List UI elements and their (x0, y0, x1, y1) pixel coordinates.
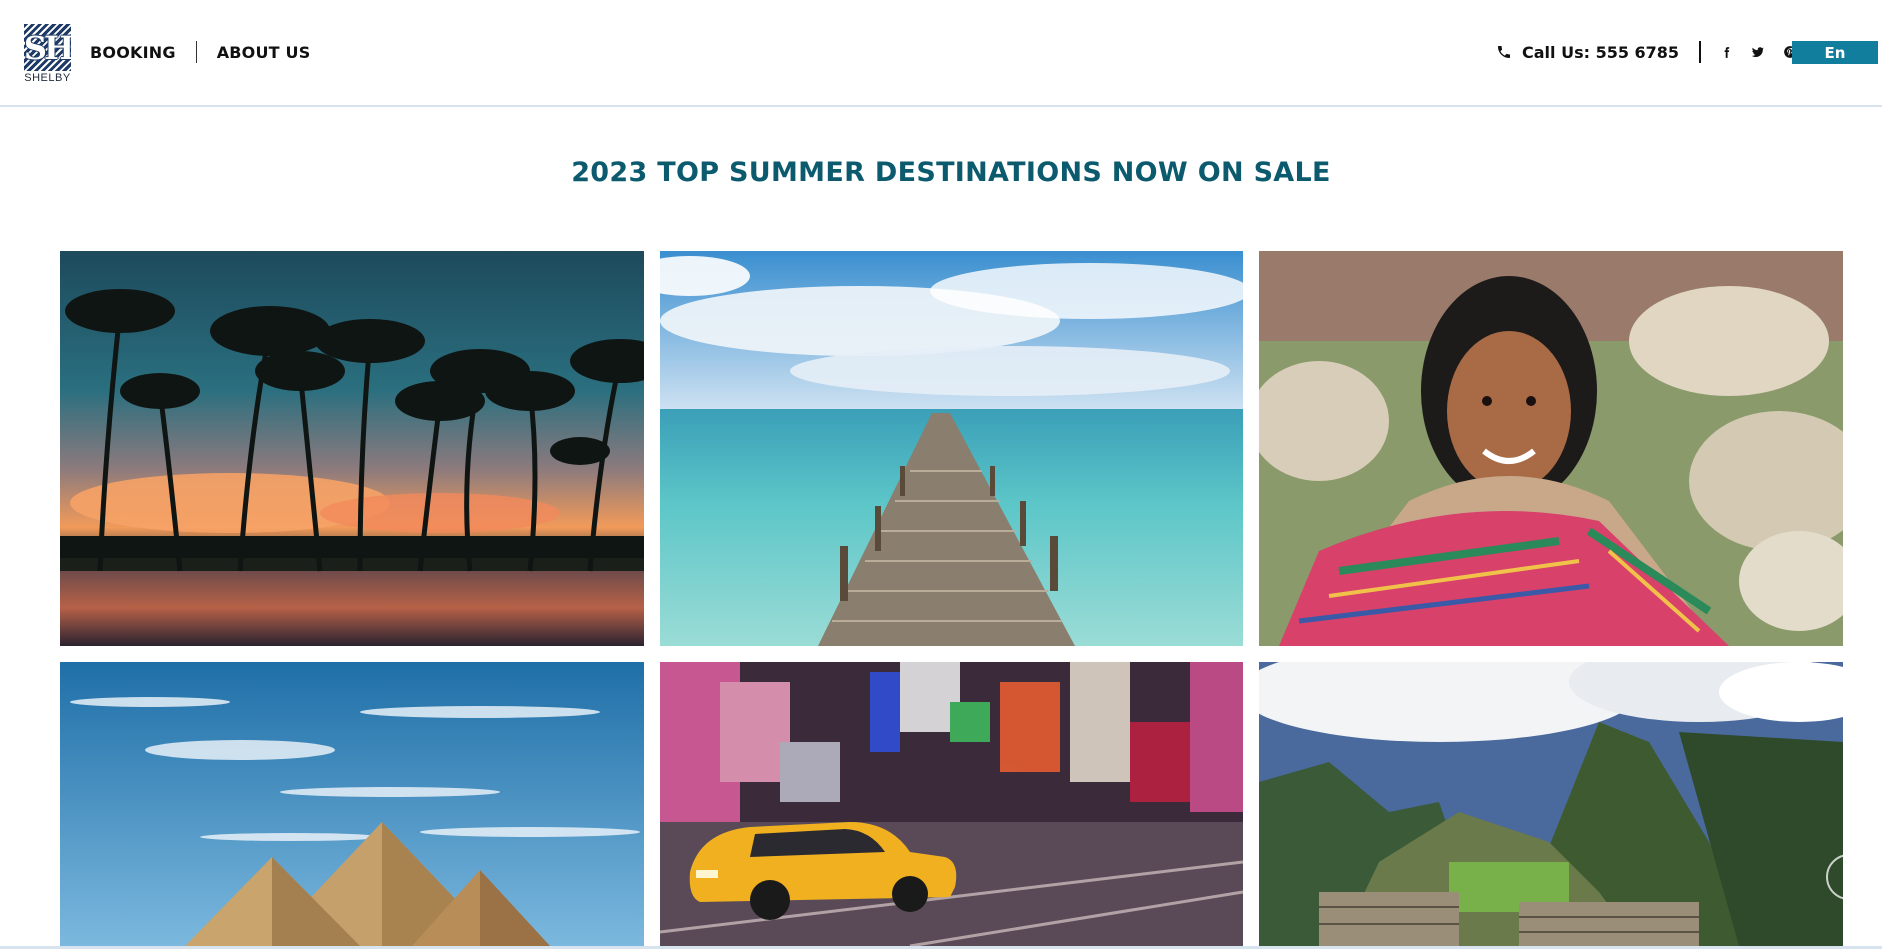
phone-icon (1498, 46, 1510, 58)
scroll-to-top-button[interactable] (1826, 854, 1872, 900)
facebook-icon[interactable] (1719, 45, 1733, 59)
arrow-up-icon (1843, 869, 1855, 883)
language-selector[interactable]: En (1792, 41, 1878, 64)
nav-booking[interactable]: BOOKING (90, 43, 176, 62)
twitter-icon[interactable] (1751, 45, 1765, 59)
logo-wordmark: SHELBY (24, 72, 71, 84)
destination-card-machu-picchu[interactable] (1259, 662, 1843, 946)
brand-logo[interactable]: SH SHELBY (24, 24, 71, 84)
destination-card-egypt[interactable] (60, 662, 644, 946)
nav-divider (195, 41, 197, 63)
contact-bar: Call Us: 555 6785 (1496, 40, 1797, 64)
pyramids-image (60, 662, 644, 946)
call-us-link[interactable]: Call Us: 555 6785 (1522, 43, 1679, 62)
logo-mark: SH (24, 24, 71, 71)
tropical-beach-image (60, 251, 644, 646)
destination-card-new-york[interactable] (660, 662, 1243, 946)
destination-card-pier[interactable] (660, 251, 1243, 646)
destination-card-tropical-beach[interactable] (60, 251, 644, 646)
main-nav: BOOKING ABOUT US (90, 41, 310, 63)
machu-picchu-image (1259, 662, 1843, 946)
destination-card-andes[interactable] (1259, 251, 1843, 646)
times-square-image (660, 662, 1243, 946)
section-title: 2023 TOP SUMMER DESTINATIONS NOW ON SALE (571, 157, 1331, 188)
pier-image (660, 251, 1243, 646)
nav-about-us[interactable]: ABOUT US (217, 43, 311, 62)
logo-monogram: SH (24, 28, 71, 67)
contact-divider (1699, 41, 1702, 63)
andean-girl-image (1259, 251, 1843, 646)
site-header: SH SHELBY BOOKING ABOUT US Call Us: 555 … (0, 0, 1882, 107)
social-links (1719, 45, 1797, 59)
